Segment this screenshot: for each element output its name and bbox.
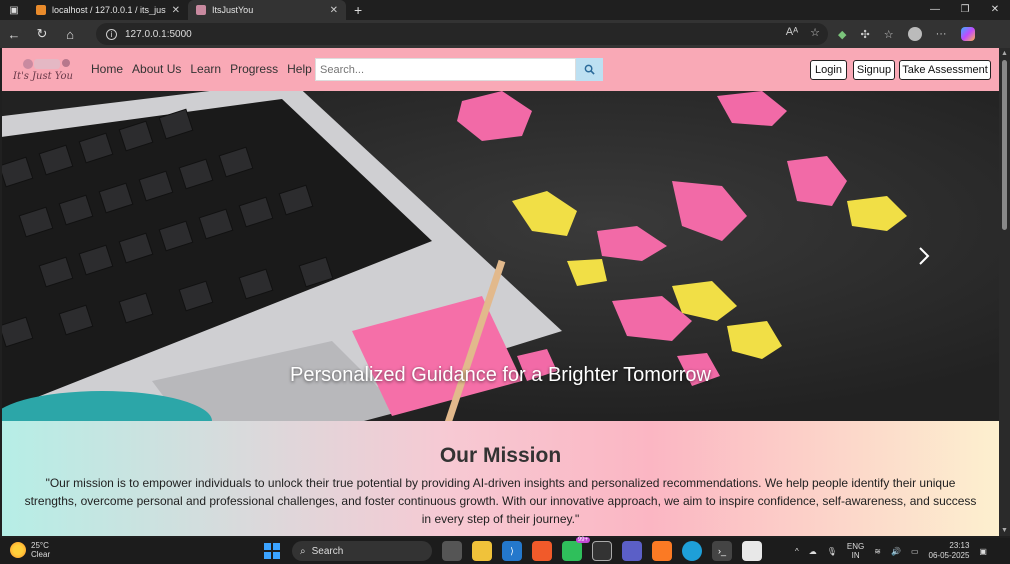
windows-taskbar: 25°C Clear ⌕ Search ⟩ 99+ ›_ ^ ☁ 🎙 ENG I… (0, 537, 1010, 564)
read-aloud-icon[interactable]: Aᴬ (786, 26, 798, 39)
weather-desc: Clear (31, 550, 51, 559)
brave-icon[interactable] (532, 541, 552, 561)
close-tab-icon[interactable]: ✕ (172, 5, 180, 16)
close-window-icon[interactable]: ✕ (980, 0, 1010, 20)
clock[interactable]: 23:13 06-05-2025 (929, 541, 970, 561)
hero-caption: Personalized Guidance for a Brighter Tom… (290, 364, 711, 386)
weather-temp: 25°C (31, 541, 49, 550)
xampp-icon[interactable] (652, 541, 672, 561)
extension-icon[interactable]: ◆ (838, 28, 846, 41)
lang-code: ENG (846, 542, 865, 551)
page-scrollbar[interactable]: ▲ ▼ (999, 48, 1010, 536)
clock-time: 23:13 (949, 541, 970, 550)
lang-region: IN (851, 551, 860, 560)
mission-text: "Our mission is to empower individuals t… (24, 476, 977, 526)
favorites-icon[interactable]: ☆ (884, 28, 894, 41)
page-viewport: It's Just You Home About Us Learn Progre… (2, 48, 999, 536)
search-icon: ⌕ (300, 545, 306, 557)
site-search (315, 58, 603, 81)
tab-phpmyadmin[interactable]: localhost / 127.0.0.1 / its_just_you ✕ (28, 0, 188, 20)
site-favicon-icon (196, 5, 206, 15)
url-bar[interactable]: i 127.0.0.1:5000 Aᴬ ☆ (96, 23, 828, 45)
site-logo[interactable]: It's Just You (10, 54, 76, 86)
refresh-icon[interactable]: ↻ (28, 26, 56, 42)
search-icon (584, 64, 595, 75)
signup-button[interactable]: Signup (853, 60, 895, 80)
task-view-icon[interactable] (442, 541, 462, 561)
url-text: 127.0.0.1:5000 (125, 28, 192, 40)
file-explorer-icon[interactable] (472, 541, 492, 561)
weather-sun-icon (10, 542, 26, 558)
taskbar-apps: ⌕ Search ⟩ 99+ ›_ (262, 537, 762, 561)
onedrive-icon[interactable]: ☁ (809, 547, 817, 556)
nav-link-learn[interactable]: Learn (190, 62, 221, 76)
windows-start-icon[interactable] (262, 541, 282, 561)
window-controls: — ❐ ✕ (920, 0, 1010, 20)
whatsapp-icon[interactable]: 99+ (562, 537, 590, 561)
mission-title: Our Mission (439, 444, 562, 467)
back-icon[interactable]: ← (0, 27, 28, 42)
show-hidden-icons-icon[interactable]: ^ (795, 547, 799, 556)
login-button[interactable]: Login (810, 60, 847, 80)
site-navbar: It's Just You Home About Us Learn Progre… (2, 48, 999, 91)
battery-icon[interactable]: ▭ (911, 547, 919, 556)
address-toolbar: ← ↻ ⌂ i 127.0.0.1:5000 Aᴬ ☆ ◆ ✣ ☆ ··· (0, 20, 1010, 48)
teams-icon[interactable] (622, 541, 642, 561)
system-tray: ^ ☁ 🎙 ENG IN ≋ 🔊 ▭ 23:13 06-05-2025 ▣ (795, 541, 987, 561)
nav-link-progress[interactable]: Progress (230, 62, 278, 76)
microphone-icon[interactable]: 🎙 (827, 547, 837, 556)
home-icon[interactable]: ⌂ (56, 27, 84, 42)
tab-title: ItsJustYou (212, 5, 254, 15)
minimize-icon[interactable]: — (920, 0, 950, 20)
notepad-icon[interactable] (742, 541, 762, 561)
vscode-icon[interactable]: ⟩ (502, 541, 522, 561)
take-assessment-button[interactable]: Take Assessment (899, 60, 991, 80)
profile-avatar-icon[interactable] (907, 27, 922, 41)
nav-links: Home About Us Learn Progress Help (91, 62, 312, 76)
copilot-icon[interactable] (960, 27, 975, 41)
hero-carousel: Personalized Guidance for a Brighter Tom… (2, 91, 999, 421)
volume-icon[interactable]: 🔊 (891, 547, 901, 556)
more-menu-icon[interactable]: ··· (936, 28, 947, 40)
carousel-next-icon[interactable] (914, 242, 934, 270)
notification-badge: 99+ (575, 537, 590, 543)
logo-text: It's Just You (13, 71, 73, 82)
clock-date: 06-05-2025 (928, 551, 970, 560)
scrollbar-thumb[interactable] (1002, 60, 1007, 230)
notification-icon[interactable]: ▣ (979, 547, 987, 556)
scroll-down-icon[interactable]: ▼ (1001, 527, 1008, 534)
taskbar-search[interactable]: ⌕ Search (292, 541, 432, 561)
extensions-puzzle-icon[interactable]: ✣ (860, 28, 869, 41)
search-button[interactable] (576, 58, 603, 81)
mission-section: Our Mission "Our mission is to empower i… (2, 421, 999, 536)
tab-actions-icon[interactable]: ▣ (0, 0, 28, 20)
terminal-icon[interactable]: ›_ (712, 541, 732, 561)
nav-link-home[interactable]: Home (91, 62, 123, 76)
tab-title: localhost / 127.0.0.1 / its_just_you (52, 5, 166, 15)
wifi-icon[interactable]: ≋ (874, 547, 881, 556)
new-tab-icon[interactable]: + (354, 2, 362, 18)
nav-link-help[interactable]: Help (287, 62, 312, 76)
chatgpt-icon[interactable] (592, 541, 612, 561)
scroll-up-icon[interactable]: ▲ (1001, 50, 1008, 57)
search-input[interactable] (315, 58, 576, 81)
nav-link-about-us[interactable]: About Us (132, 62, 181, 76)
close-tab-icon[interactable]: ✕ (330, 5, 338, 16)
restore-icon[interactable]: ❐ (950, 0, 980, 20)
browser-tab-bar: ▣ localhost / 127.0.0.1 / its_just_you ✕… (0, 0, 1010, 20)
language-indicator[interactable]: ENG IN (847, 542, 864, 560)
favorite-star-icon[interactable]: ☆ (810, 26, 820, 39)
taskbar-search-label: Search (311, 545, 344, 557)
phpmyadmin-favicon-icon (36, 5, 46, 15)
edge-icon[interactable] (682, 541, 702, 561)
site-info-icon[interactable]: i (106, 28, 117, 40)
tab-itsjustyou[interactable]: ItsJustYou ✕ (188, 0, 346, 20)
weather-widget[interactable]: 25°C Clear (10, 541, 50, 559)
